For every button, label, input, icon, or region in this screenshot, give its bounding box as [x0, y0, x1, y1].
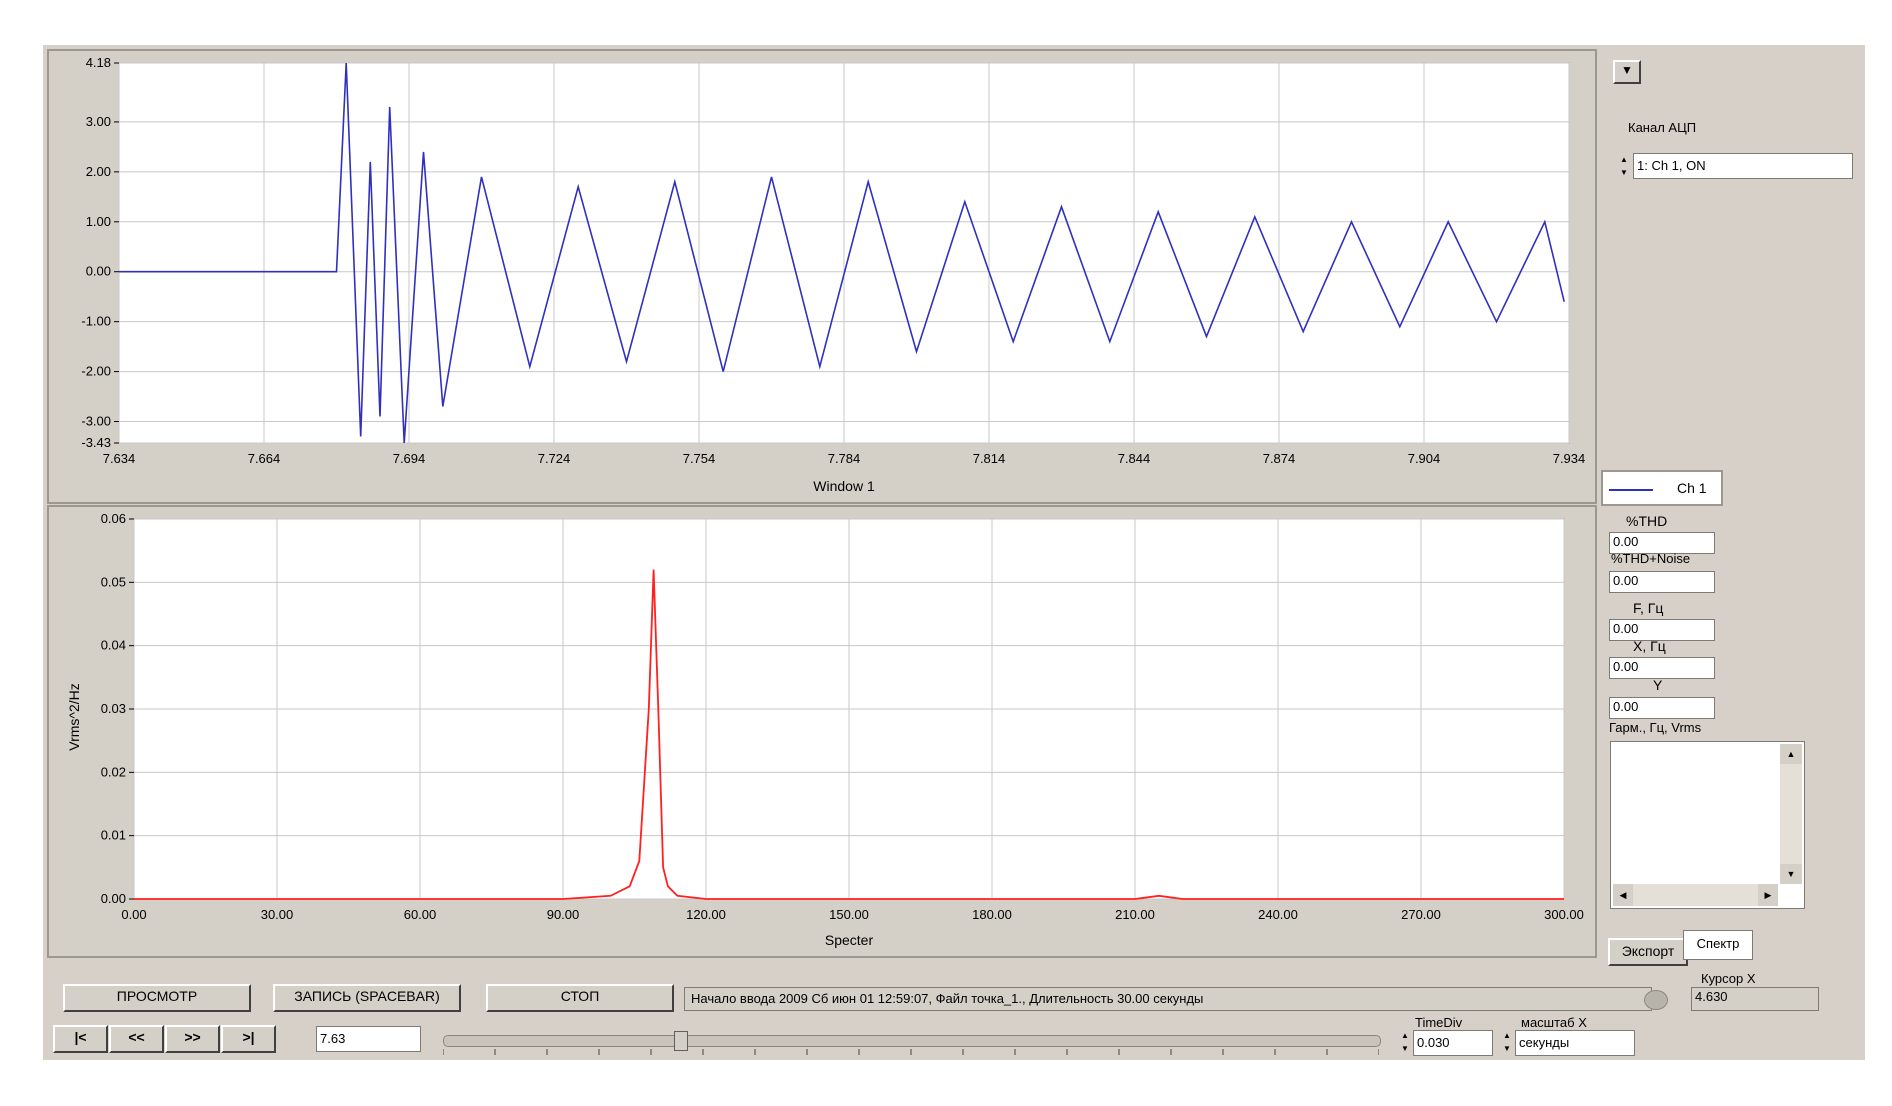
- thd-noise-field[interactable]: 0.00: [1609, 571, 1715, 593]
- cursor-x-label: Курсор X: [1701, 971, 1756, 986]
- time-domain-panel: 4.18 3.00 2.00 1.00 0.00 -1.00 -2.00 -3.00 -3.43…: [47, 49, 1597, 504]
- x-hz-field[interactable]: 0.00: [1609, 657, 1715, 679]
- slider-thumb[interactable]: [674, 1031, 688, 1051]
- x-tick-label: 7.814: [973, 451, 1006, 466]
- y-tick-label: -3.43: [81, 435, 111, 450]
- x-tick-label: 90.00: [547, 907, 580, 922]
- x-tick-label: 7.634: [103, 451, 136, 466]
- legend-line-icon: [1609, 489, 1653, 491]
- x-tick-label: 7.784: [828, 451, 861, 466]
- x-tick-label: 7.904: [1408, 451, 1441, 466]
- x-tick-label: 7.724: [538, 451, 571, 466]
- chevron-down-icon: ▼: [1621, 63, 1633, 77]
- nav-last-button[interactable]: >|: [221, 1025, 276, 1053]
- scale-x-spinner[interactable]: ▲ ▼: [1501, 1029, 1513, 1057]
- x-tick-label: 7.934: [1553, 451, 1586, 466]
- y-tick-label: 2.00: [86, 164, 111, 179]
- y-label: Y: [1653, 677, 1663, 693]
- x-tick-label: 210.00: [1115, 907, 1155, 922]
- export-button[interactable]: Экспорт: [1608, 938, 1688, 966]
- x-tick-label: 270.00: [1401, 907, 1441, 922]
- timediv-field[interactable]: 0.030: [1413, 1030, 1493, 1056]
- x-tick-label: 30.00: [261, 907, 294, 922]
- harmonics-list[interactable]: ▲ ▼ ◀ ▶: [1610, 741, 1805, 909]
- scroll-right-icon[interactable]: ▶: [1758, 884, 1778, 906]
- stop-button[interactable]: СТОП: [486, 984, 674, 1012]
- y-tick-label: -1.00: [81, 314, 111, 329]
- x-tick-label: 7.844: [1118, 451, 1151, 466]
- status-indicator-icon: [1644, 990, 1668, 1010]
- channel-spinner[interactable]: ▲ ▼: [1618, 153, 1630, 181]
- legend-text: Ch 1: [1677, 480, 1707, 496]
- x-tick-label: 7.874: [1263, 451, 1296, 466]
- legend-box: Ch 1: [1601, 470, 1723, 506]
- x-tick-label: 120.00: [686, 907, 726, 922]
- harmonics-label: Гарм., Гц, Vrms: [1609, 720, 1702, 735]
- x-tick-label: 0.00: [121, 907, 146, 922]
- x-tick-label: 7.664: [248, 451, 281, 466]
- slider-ticks: [443, 1049, 1379, 1055]
- spectrum-y-axis-label: Vrms^2/Hz: [66, 683, 82, 751]
- status-bar: Начало ввода 2009 Сб июн 01 12:59:07, Фа…: [684, 987, 1652, 1011]
- x-tick-label: 60.00: [404, 907, 437, 922]
- x-tick-label: 7.754: [683, 451, 716, 466]
- cursor-x-field[interactable]: 4.630: [1691, 987, 1819, 1011]
- spectrum-panel: 0.06 0.05 0.04 0.03 0.02 0.01 0.00 0.00 30.00 60…: [47, 505, 1597, 958]
- time-x-axis-label: Window 1: [813, 478, 875, 494]
- y-tick-label: 0.01: [101, 828, 126, 843]
- position-field[interactable]: 7.63: [316, 1026, 421, 1052]
- thd-noise-label: %THD+Noise: [1611, 551, 1691, 566]
- spectrum-x-axis-label: Specter: [825, 932, 874, 948]
- record-button[interactable]: ЗАПИСЬ (SPACEBAR): [273, 984, 461, 1012]
- application-window: 4.18 3.00 2.00 1.00 0.00 -1.00 -2.00 -3.00 -3.43…: [43, 45, 1865, 1060]
- nav-next-button[interactable]: >>: [165, 1025, 220, 1053]
- time-slider[interactable]: [443, 1031, 1381, 1057]
- y-tick-label: 0.06: [101, 511, 126, 526]
- scroll-left-icon[interactable]: ◀: [1613, 884, 1633, 906]
- y-field[interactable]: 0.00: [1609, 697, 1715, 719]
- view-button[interactable]: ПРОСМОТР: [63, 984, 251, 1012]
- horizontal-scrollbar[interactable]: ◀ ▶: [1613, 884, 1778, 906]
- thd-label: %THD: [1626, 513, 1668, 529]
- x-tick-label: 150.00: [829, 907, 869, 922]
- x-tick-label: 180.00: [972, 907, 1012, 922]
- slider-track[interactable]: [443, 1035, 1381, 1047]
- spectr-tab[interactable]: Спектр: [1683, 930, 1753, 960]
- spectrum-chart: 0.06 0.05 0.04 0.03 0.02 0.01 0.00 0.00 30.00 60…: [66, 511, 1584, 948]
- x-tick-label: 240.00: [1258, 907, 1298, 922]
- x-hz-label: X, Гц: [1633, 638, 1666, 654]
- vertical-scrollbar[interactable]: ▲ ▼: [1780, 744, 1802, 884]
- y-tick-label: 0.02: [101, 764, 126, 779]
- y-tick-label: 0.03: [101, 701, 126, 716]
- y-tick-label: 0.04: [101, 638, 126, 653]
- x-tick-label: 300.00: [1544, 907, 1584, 922]
- nav-prev-button[interactable]: <<: [109, 1025, 164, 1053]
- scroll-down-icon[interactable]: ▼: [1780, 864, 1802, 884]
- channel-label: Канал АЦП: [1628, 120, 1697, 135]
- time-domain-chart: 4.18 3.00 2.00 1.00 0.00 -1.00 -2.00 -3.00 -3.43…: [81, 55, 1586, 494]
- y-tick-label: -2.00: [81, 364, 111, 379]
- y-tick-label: 0.05: [101, 574, 126, 589]
- y-tick-label: 4.18: [86, 55, 111, 70]
- menu-dropdown-button[interactable]: ▼: [1613, 60, 1641, 84]
- nav-first-button[interactable]: |<: [53, 1025, 108, 1053]
- y-tick-label: 0.00: [86, 264, 111, 279]
- scale-x-select[interactable]: секунды: [1515, 1030, 1635, 1056]
- y-tick-label: 1.00: [86, 214, 111, 229]
- timediv-spinner[interactable]: ▲ ▼: [1399, 1029, 1411, 1057]
- channel-select[interactable]: 1: Ch 1, ON: [1633, 153, 1853, 179]
- y-tick-label: 3.00: [86, 114, 111, 129]
- frequency-label: F, Гц: [1633, 600, 1664, 616]
- scale-x-label: масштаб X: [1521, 1015, 1587, 1030]
- y-tick-label: -3.00: [81, 414, 111, 429]
- scroll-up-icon[interactable]: ▲: [1780, 744, 1802, 764]
- timediv-label: TimeDiv: [1415, 1015, 1463, 1030]
- x-tick-label: 7.694: [393, 451, 426, 466]
- y-tick-label: 0.00: [101, 891, 126, 906]
